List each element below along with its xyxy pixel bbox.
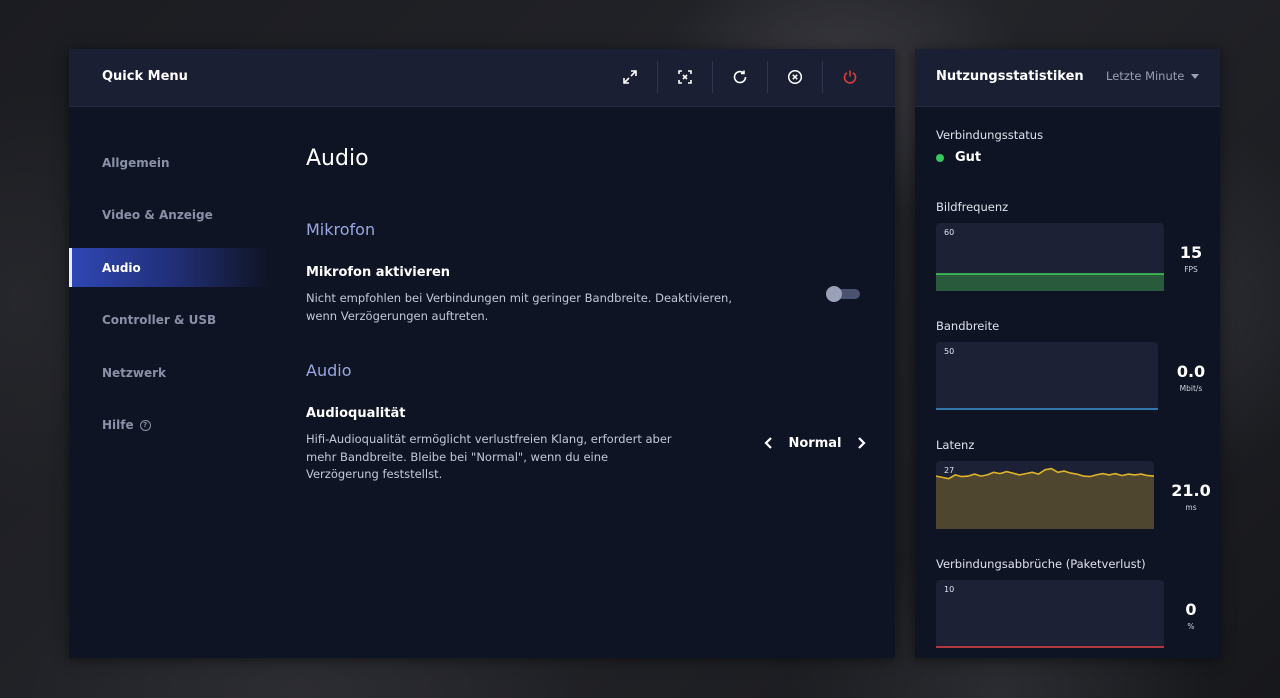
chart-background [936, 342, 1158, 410]
sidebar-nav: Allgemein Video & Anzeige Audio Controll… [69, 143, 269, 458]
stats-panel: Nutzungsstatistiken Letzte Minute Verbin… [915, 49, 1220, 658]
chart-background [936, 580, 1164, 648]
sidebar-item-netzwerk[interactable]: Netzwerk [69, 353, 269, 392]
power-icon [843, 70, 857, 84]
latency-value: 21.0 [1171, 481, 1211, 500]
sidebar-item-label: Video & Anzeige [102, 208, 213, 222]
help-icon: ? [139, 419, 151, 431]
stats-header: Nutzungsstatistiken Letzte Minute [915, 49, 1220, 107]
sidebar-item-label: Controller & USB [102, 313, 217, 327]
fullscreen-button[interactable] [603, 61, 657, 93]
sidebar-item-audio[interactable]: Audio [69, 248, 269, 287]
sparkline-svg [936, 461, 1154, 529]
sidebar-item-label: Hilfe [102, 418, 134, 432]
sidebar-item-allgemein[interactable]: Allgemein [69, 143, 269, 182]
audio-quality-stepper: Normal [760, 433, 870, 453]
fps-unit: FPS [1184, 265, 1198, 274]
bandwidth-chart: 50 [936, 342, 1158, 410]
latency-unit: ms [1185, 503, 1197, 512]
chevron-left-icon [764, 437, 772, 449]
chart-max-label: 50 [944, 347, 955, 356]
description-line: Hifi-Audioqualität ermöglicht verlustfre… [306, 432, 672, 446]
toggle-knob [826, 286, 842, 302]
next-option-button[interactable] [852, 434, 870, 452]
series-area [936, 274, 1164, 291]
caret-down-icon [1191, 73, 1200, 79]
latency-chart: 27 [936, 461, 1154, 529]
connection-status-value: Gut [955, 150, 982, 165]
section-heading-mikrofon: Mikrofon [306, 220, 376, 239]
fps-label: Bildfrequenz [936, 200, 1009, 214]
bandwidth-unit: Mbit/s [1179, 384, 1203, 393]
quality-setting-description: Hifi-Audioqualität ermöglicht verlustfre… [306, 431, 672, 484]
status-dot-icon [936, 153, 944, 162]
description-line: mehr Bandbreite. Bleibe bei "Normal", we… [306, 449, 609, 464]
packet-loss-value: 0 [1185, 600, 1197, 619]
sparkline-svg [936, 342, 1158, 410]
quality-setting-title: Audioqualität [306, 406, 406, 421]
stats-title: Nutzungsstatistiken [936, 69, 1084, 84]
description-line: Nicht empfohlen bei Verbindungen mit ger… [306, 291, 733, 305]
audio-quality-value: Normal [788, 435, 842, 451]
description-line: wenn Verzögerungen auftreten. [306, 308, 489, 323]
refresh-button[interactable] [712, 61, 767, 93]
description-line: Verzögerung feststellst. [306, 467, 443, 481]
sidebar-item-hilfe[interactable]: Hilfe? [69, 406, 269, 445]
refresh-icon [733, 70, 747, 84]
connection-status-label: Verbindungsstatus [936, 128, 1044, 142]
connection-status: Gut [936, 150, 981, 165]
sidebar-item-label: Audio [102, 260, 141, 275]
packet-loss-label: Verbindungsabbrüche (Paketverlust) [936, 557, 1146, 571]
chart-max-label: 60 [944, 228, 955, 237]
previous-option-button[interactable] [760, 434, 778, 452]
page-title: Audio [306, 146, 369, 171]
power-button[interactable] [822, 61, 877, 93]
fps-value: 15 [1179, 243, 1203, 262]
chart-max-label: 27 [944, 466, 955, 475]
screenshot-icon [678, 70, 692, 84]
mic-setting-description: Nicht empfohlen bei Verbindungen mit ger… [306, 290, 732, 325]
screenshot-button[interactable] [657, 61, 712, 93]
expand-icon [623, 70, 637, 84]
time-range-value: Letzte Minute [1106, 69, 1185, 83]
close-button[interactable] [767, 61, 822, 93]
sparkline-svg [936, 223, 1164, 291]
sidebar-item-label: Netzwerk [102, 365, 167, 380]
mic-setting-title: Mikrofon aktivieren [306, 265, 451, 280]
quick-menu-header: Quick Menu [69, 49, 895, 107]
toolbar [603, 61, 877, 93]
chevron-right-icon [858, 437, 866, 449]
sidebar-item-video[interactable]: Video & Anzeige [69, 196, 269, 235]
latency-label: Latenz [936, 438, 975, 452]
bandwidth-value: 0.0 [1176, 362, 1206, 381]
mic-toggle[interactable] [826, 286, 860, 302]
section-heading-audio: Audio [306, 361, 352, 380]
sidebar-item-controller[interactable]: Controller & USB [69, 301, 269, 340]
sidebar-item-label: Allgemein [102, 155, 170, 170]
bandwidth-label: Bandbreite [936, 319, 1000, 333]
sparkline-svg [936, 580, 1164, 648]
quick-menu-panel: Quick Menu Allgemein Video & Anzeige Aud… [69, 49, 895, 658]
packet-loss-unit: % [1187, 622, 1195, 631]
quick-menu-title: Quick Menu [102, 69, 188, 84]
fps-chart: 60 [936, 223, 1164, 291]
packet-loss-chart: 10 [936, 580, 1164, 648]
time-range-dropdown[interactable]: Letzte Minute [1106, 69, 1200, 83]
series-area [936, 468, 1154, 529]
chart-max-label: 10 [944, 585, 955, 594]
close-circle-icon [787, 69, 803, 85]
